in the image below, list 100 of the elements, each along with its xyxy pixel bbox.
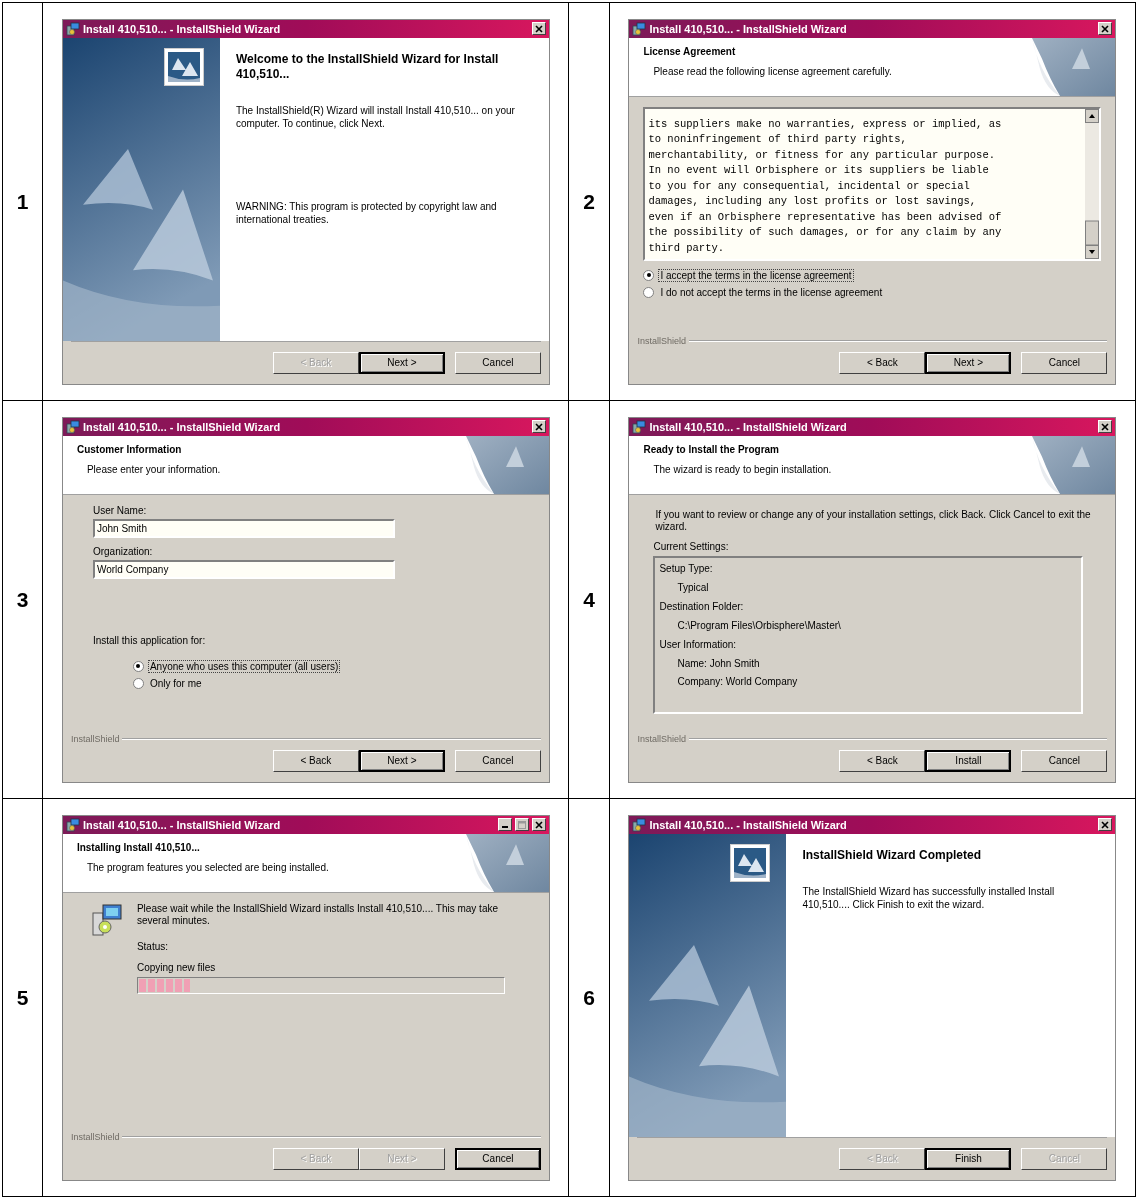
status-label: Status: [136, 940, 170, 952]
setting-value: C:\Program Files\Orbisphere\Master\ [677, 619, 842, 631]
license-text-line: its suppliers make no warranties, express or implied, as [648, 116, 1003, 132]
license-text-line: even if an Orbisphere representative has been advised of [648, 209, 1003, 225]
installer-icon [65, 21, 80, 36]
page-title: Installing Install 410,510... [76, 841, 201, 853]
close-button[interactable] [531, 818, 546, 831]
radio-label[interactable]: Anyone who uses this computer (all users) [147, 659, 341, 673]
welcome-text: WARNING: This program is protected by copyright law and international treaties. [235, 199, 498, 226]
settings-label: Current Settings: [653, 540, 730, 552]
scrollbar[interactable] [1085, 108, 1100, 259]
wizard-button[interactable]: Cancel [454, 749, 541, 772]
close-icon [534, 24, 543, 33]
setting-value: Name: John Smith [677, 657, 761, 669]
welcome-heading: InstallShield Wizard Completed [802, 847, 982, 863]
status-text: Copying new files [136, 961, 217, 973]
close-icon [1101, 422, 1110, 431]
radio-label[interactable]: I do not accept the terms in the license agreement [658, 285, 885, 299]
wizard-button[interactable]: < Back [839, 749, 926, 772]
welcome-text: The InstallShield(R) Wizard will install Install 410,510... on your computer. To continue, click Next. [235, 103, 516, 130]
step-number: 3 [2, 400, 43, 799]
welcome-text: The InstallShield Wizard has successfully installed Install 410,510.... Click Finish to exit the wizard. [802, 884, 1056, 911]
close-button[interactable] [531, 420, 546, 433]
page-title: Ready to Install the Program [643, 443, 780, 455]
wizard-button[interactable]: Cancel [1021, 351, 1108, 374]
maximize-button[interactable] [514, 818, 529, 831]
step-number: 6 [569, 798, 610, 1197]
wizard-button[interactable]: Cancel [454, 1147, 541, 1170]
license-text-line: to you for any consequential, incidental or special [648, 178, 971, 194]
text-field[interactable]: World Company [92, 559, 395, 579]
setting-label: User Information: [659, 638, 738, 650]
window-title: Install 410,510... - InstallShield Wizard [649, 22, 848, 35]
installer-icon [632, 817, 647, 832]
progress-message: Please wait while the InstallShield Wizard installs Install 410,510.... This may take several minutes. [136, 902, 500, 927]
installer-icon [65, 817, 80, 832]
wizard-button[interactable]: Finish [925, 1147, 1012, 1170]
step-number: 4 [569, 400, 610, 799]
minimize-icon [501, 826, 508, 828]
setting-label: Setup Type: [659, 562, 714, 574]
radio-label[interactable]: Only for me [147, 676, 204, 690]
window-title: Install 410,510... - InstallShield Wizard [649, 818, 848, 831]
wizard-button[interactable]: Next > [358, 749, 445, 772]
step-number: 1 [2, 2, 43, 401]
close-button[interactable] [1098, 420, 1113, 433]
radio-button[interactable] [643, 286, 655, 298]
page-title: License Agreement [643, 45, 737, 57]
page-subtitle: The program features you selected are being installed. [85, 860, 330, 873]
wizard-button[interactable]: Next > [358, 351, 445, 374]
radio-button[interactable] [132, 677, 144, 689]
radio-label[interactable]: I accept the terms in the license agreement [658, 268, 854, 282]
license-text-line: the possibility of such damages, or for any claim by any [648, 225, 1003, 240]
wizard-button[interactable]: < Back [272, 749, 359, 772]
wizard-button[interactable]: Next > [925, 351, 1012, 374]
group-label: Install this application for: [92, 634, 207, 646]
close-icon [1101, 820, 1110, 829]
window-title: Install 410,510... - InstallShield Wizard [82, 420, 282, 433]
installer-icon [632, 419, 647, 434]
window-title: Install 410,510... - InstallShield Wizard [82, 818, 282, 831]
close-button[interactable] [1098, 22, 1113, 35]
wizard-button[interactable]: Cancel [1021, 749, 1108, 772]
minimize-button[interactable] [497, 818, 512, 831]
close-icon [534, 422, 543, 431]
wizard-button[interactable]: Cancel [454, 351, 541, 374]
brand-label: InstallShield [637, 335, 686, 346]
setting-value: Typical [677, 581, 710, 593]
computer-install-icon [90, 902, 123, 937]
setting-value: Company: World Company [677, 675, 799, 687]
license-text-line: In no event will Orbisphere or its suppliers be liable [648, 163, 990, 178]
license-text-line: third party. [648, 240, 726, 256]
maximize-icon [517, 820, 526, 829]
welcome-heading: Welcome to the InstallShield Wizard for Install 410,510... [235, 51, 500, 82]
close-icon [1101, 24, 1110, 33]
window-title: Install 410,510... - InstallShield Wizard [649, 420, 848, 433]
window-title: Install 410,510... - InstallShield Wizard [82, 22, 282, 35]
radio-button[interactable] [132, 660, 144, 672]
instruction-text: If you want to review or change any of your installation settings, click Back. Click Cancel to exit the wizard. [655, 508, 1092, 533]
step-number: 5 [2, 798, 43, 1197]
field-label: Organization: [92, 545, 154, 557]
page-subtitle: Please enter your information. [85, 462, 222, 475]
step-number: 2 [569, 2, 610, 401]
license-text-line: merchantability, or fitness for any particular purpose. [648, 147, 996, 163]
wizard-button[interactable]: < Back [839, 351, 926, 374]
page-subtitle: Please read the following license agreement carefully. [652, 64, 893, 77]
page-subtitle: The wizard is ready to begin installation. [652, 462, 833, 475]
page-title: Customer Information [76, 443, 183, 455]
close-button[interactable] [1098, 818, 1113, 831]
logo-icon [163, 47, 204, 86]
wizard-button[interactable]: Install [925, 749, 1012, 772]
license-text-box[interactable] [643, 106, 1102, 261]
brand-label: InstallShield [637, 733, 686, 744]
close-button[interactable] [531, 22, 546, 35]
radio-button[interactable] [643, 269, 655, 281]
license-text-line: damages, including any lost profits or lost savings, [648, 194, 978, 209]
text-field[interactable]: John Smith [92, 518, 395, 538]
brand-label: InstallShield [70, 733, 120, 744]
installer-icon [632, 21, 647, 36]
license-text-line: to noninfringement of third party rights, [648, 132, 908, 147]
logo-icon [730, 843, 771, 882]
close-icon [534, 820, 543, 829]
brand-label: InstallShield [70, 1131, 120, 1142]
